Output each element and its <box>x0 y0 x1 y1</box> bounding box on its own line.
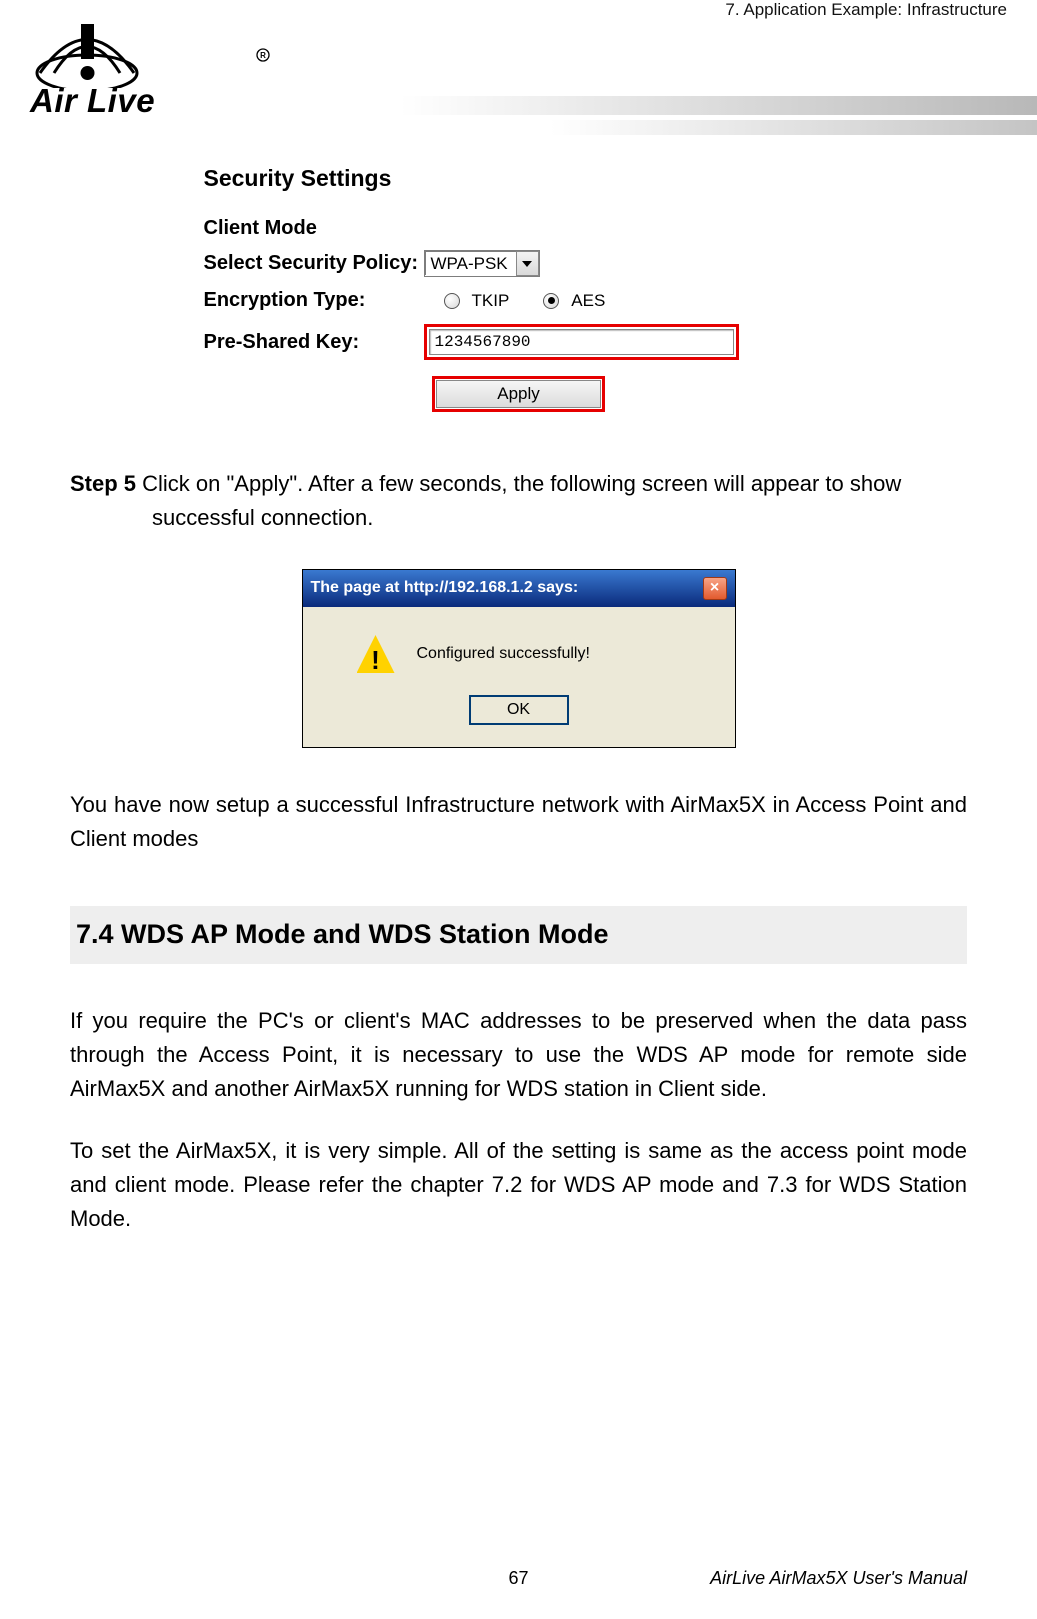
step5-line2: successful connection. <box>70 501 967 535</box>
encryption-row: Encryption Type: TKIP AES <box>204 289 834 312</box>
psk-row: Pre-Shared Key: <box>204 324 834 360</box>
header-rule-1 <box>400 96 1037 115</box>
warning-icon <box>357 635 395 673</box>
svg-text:R: R <box>260 51 266 60</box>
radio-aes[interactable] <box>543 293 559 309</box>
psk-label: Pre-Shared Key: <box>204 331 424 354</box>
registered-icon: R <box>256 48 270 62</box>
security-settings-panel: Security Settings Client Mode Select Sec… <box>204 165 834 412</box>
ok-button[interactable]: OK <box>469 695 569 725</box>
encryption-options: TKIP AES <box>444 291 606 311</box>
page-footer: 67 AirLive AirMax5X User's Manual <box>0 1568 1037 1589</box>
policy-row: Select Security Policy: WPA-PSK <box>204 250 834 277</box>
policy-value: WPA-PSK <box>431 254 516 274</box>
psk-highlight <box>424 324 739 360</box>
wds-paragraph-1: If you require the PC's or client's MAC … <box>70 1004 967 1106</box>
step5-line1: Step 5 Click on "Apply". After a few sec… <box>70 467 967 501</box>
dialog-message: Configured successfully! <box>417 642 590 667</box>
step5-text1: Click on "Apply". After a few seconds, t… <box>136 471 901 496</box>
wds-paragraph-2: To set the AirMax5X, it is very simple. … <box>70 1134 967 1236</box>
step5-label: Step 5 <box>70 471 136 496</box>
apply-button[interactable]: Apply <box>436 380 601 408</box>
dialog-title: The page at http://192.168.1.2 says: <box>311 576 579 601</box>
page-header: Air Live R 7. Application Example: Infra… <box>0 0 1037 140</box>
radio-aes-label: AES <box>571 291 605 311</box>
section-7-4-heading: 7.4 WDS AP Mode and WDS Station Mode <box>70 906 967 964</box>
policy-select[interactable]: WPA-PSK <box>424 250 540 277</box>
radio-tkip[interactable] <box>444 293 460 309</box>
header-rule-2 <box>550 120 1037 135</box>
policy-label: Select Security Policy: <box>204 252 424 275</box>
footer-right: AirLive AirMax5X User's Manual <box>710 1568 967 1589</box>
brand-logo: Air Live R <box>30 18 155 120</box>
apply-highlight: Apply <box>432 376 605 412</box>
logo-wave-icon <box>30 18 145 88</box>
close-icon[interactable]: × <box>703 577 727 600</box>
security-title: Security Settings <box>204 165 834 192</box>
page-number: 67 <box>508 1568 528 1588</box>
conclusion-text: You have now setup a successful Infrastr… <box>70 788 967 856</box>
encryption-label: Encryption Type: <box>204 289 424 312</box>
psk-input[interactable] <box>429 329 734 355</box>
confirm-dialog: The page at http://192.168.1.2 says: × C… <box>302 569 736 748</box>
chevron-down-icon <box>516 251 539 276</box>
chapter-label: 7. Application Example: Infrastructure <box>725 0 1007 20</box>
radio-tkip-label: TKIP <box>472 291 510 311</box>
client-mode-label: Client Mode <box>204 217 834 240</box>
